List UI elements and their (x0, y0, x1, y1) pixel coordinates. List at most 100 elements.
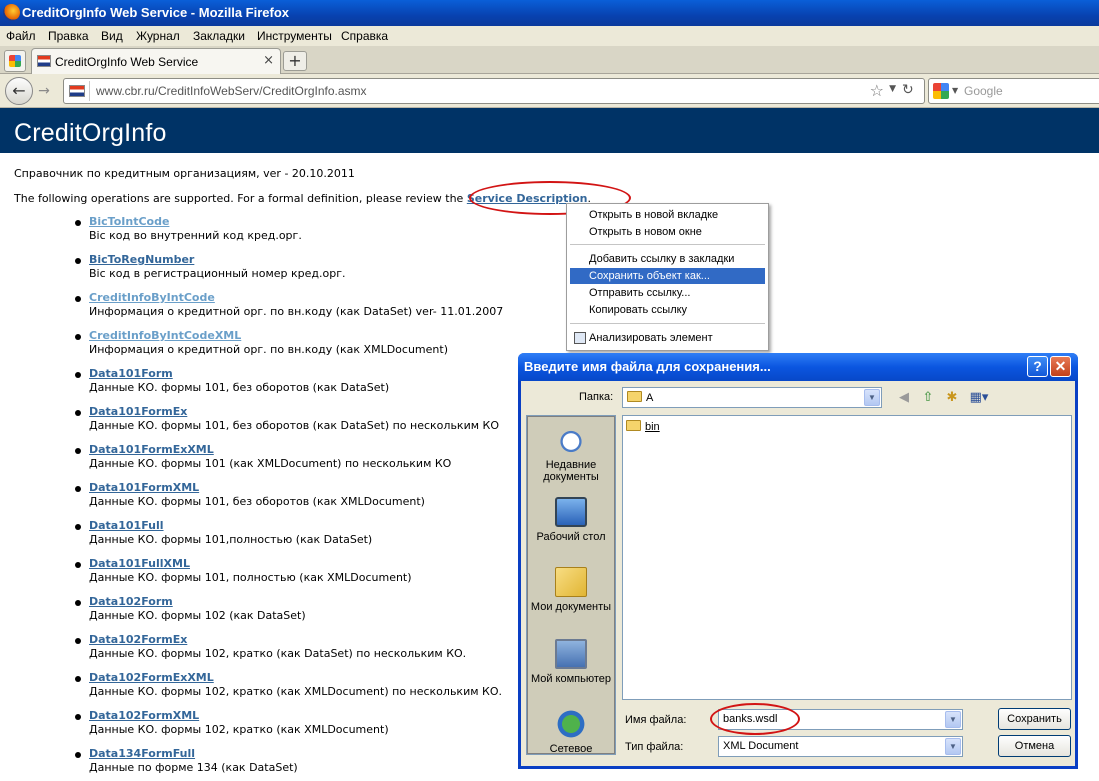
folder-select-value: A (627, 391, 653, 404)
navigation-bar: ← → www.cbr.ru/CreditInfoWebServ/CreditO… (0, 74, 1099, 108)
menu-help[interactable]: Справка (341, 29, 388, 43)
menu-bookmarks[interactable]: Закладки (193, 29, 245, 43)
tab-close-icon[interactable]: × (263, 53, 274, 68)
operation-description: Данные по форме 134 (как DataSet) (89, 761, 298, 774)
operation-link-data102form[interactable]: Data102Form (89, 595, 173, 608)
operation-link-data101fullxml[interactable]: Data101FullXML (89, 557, 190, 570)
context-menu-inspect-element[interactable]: Анализировать элемент (570, 330, 765, 346)
operation-description: Данные КО. формы 102, кратко (как XMLDoc… (89, 723, 389, 736)
menu-history[interactable]: Журнал (136, 29, 180, 43)
operation-link-data101formexxml[interactable]: Data101FormExXML (89, 443, 214, 456)
operation-link-data102formex[interactable]: Data102FormEx (89, 633, 187, 646)
up-folder-icon[interactable]: ⇧ (919, 389, 937, 407)
tab-title: CreditOrgInfo Web Service (55, 55, 199, 69)
back-arrow-icon[interactable]: ← (5, 77, 33, 105)
operation-link-data134formfull[interactable]: Data134FormFull (89, 747, 195, 760)
filetype-value: XML Document (723, 740, 799, 752)
filetype-select[interactable]: XML Document ▼ (718, 736, 963, 757)
file-list[interactable]: bin (622, 415, 1072, 700)
operation-link-data101form[interactable]: Data101Form (89, 367, 173, 380)
menu-file[interactable]: Файл (6, 29, 36, 43)
bookmark-star-icon[interactable]: ☆ (870, 81, 884, 100)
bullet (75, 600, 81, 606)
folder-icon (626, 420, 641, 431)
window-titlebar: CreditOrgInfo Web Service - Mozilla Fire… (0, 0, 1099, 26)
bullet (75, 334, 81, 340)
view-menu-icon[interactable]: ▦▾ (967, 389, 991, 407)
place-desktop[interactable]: Рабочий стол (528, 497, 614, 543)
operation-link-bictointcode[interactable]: BicToIntCode (89, 215, 169, 228)
chevron-down-icon[interactable]: ▼ (864, 389, 880, 406)
folder-icon (627, 391, 642, 402)
filename-label: Имя файла: (625, 714, 687, 726)
back-icon[interactable]: ◀ (895, 389, 913, 407)
place-label: Недавние документы (543, 459, 599, 483)
operation-description: Данные КО. формы 101, полностью (как XML… (89, 571, 412, 584)
forward-arrow-icon[interactable]: → (34, 82, 54, 100)
desktop-icon (555, 497, 587, 527)
place-my-computer[interactable]: Мой компьютер (528, 639, 614, 685)
tab-groups-icon[interactable] (4, 50, 26, 72)
formal-prefix: The following operations are supported. … (14, 192, 467, 205)
search-bar[interactable]: ▼ Google (928, 78, 1099, 104)
chevron-down-icon[interactable]: ▼ (945, 711, 961, 728)
context-menu-send-link[interactable]: Отправить ссылку... (570, 285, 765, 301)
search-input[interactable]: Google (964, 84, 1003, 98)
folder-label: Папка: (579, 391, 614, 403)
google-search-engine-icon[interactable] (933, 83, 949, 99)
url-separator (89, 81, 90, 101)
operation-link-data101formex[interactable]: Data101FormEx (89, 405, 187, 418)
operation-link-data101formxml[interactable]: Data101FormXML (89, 481, 199, 494)
context-menu-open-in-new-window[interactable]: Открыть в новом окне (570, 224, 765, 240)
place-label: Мои документы (530, 601, 612, 613)
bullet (75, 638, 81, 644)
help-button[interactable]: ? (1027, 356, 1048, 377)
context-menu-open-in-new-tab[interactable]: Открыть в новой вкладке (570, 207, 765, 223)
save-button[interactable]: Сохранить (998, 708, 1071, 730)
reload-icon[interactable]: ↻ (902, 82, 914, 98)
place-recent-documents[interactable]: Недавние документы (528, 425, 614, 483)
operation-link-data101full[interactable]: Data101Full (89, 519, 164, 532)
operation-link-bictoregnumber[interactable]: BicToRegNumber (89, 253, 194, 266)
cancel-button[interactable]: Отмена (998, 735, 1071, 757)
menu-edit[interactable]: Правка (48, 29, 89, 43)
file-item-folder[interactable]: bin (626, 420, 660, 433)
place-my-documents[interactable]: Мои документы (528, 567, 614, 613)
operation-description: Данные КО. формы 102 (как DataSet) (89, 609, 306, 622)
operation-description: Bic код в регистрационный номер кред.орг… (89, 267, 346, 280)
place-label: Рабочий стол (536, 531, 606, 543)
context-menu-copy-link[interactable]: Копировать ссылку (570, 302, 765, 318)
search-engine-dropdown-icon[interactable]: ▼ (952, 86, 958, 95)
tab-bar: CreditOrgInfo Web Service × + (0, 46, 1099, 74)
operation-description: Данные КО. формы 102, кратко (как XMLDoc… (89, 685, 502, 698)
bullet (75, 372, 81, 378)
menu-tools[interactable]: Инструменты (257, 29, 332, 43)
operation-description: Данные КО. формы 101 (как XMLDocument) п… (89, 457, 452, 470)
tab-creditorginfo[interactable]: CreditOrgInfo Web Service × (31, 48, 281, 74)
new-tab-button[interactable]: + (283, 51, 307, 71)
operation-link-creditinfobyintcodexml[interactable]: CreditInfoByIntCodeXML (89, 329, 241, 342)
url-history-dropdown-icon[interactable]: ▼ (889, 84, 896, 94)
inspect-icon (574, 332, 586, 344)
operation-link-creditinfobyintcode[interactable]: CreditInfoByIntCode (89, 291, 215, 304)
operation-description: Информация о кредитной орг. по вн.коду (… (89, 305, 504, 318)
chevron-down-icon[interactable]: ▼ (945, 738, 961, 755)
bullet (75, 714, 81, 720)
new-folder-icon[interactable]: ✱ (943, 389, 961, 407)
folder-value: A (646, 392, 654, 404)
operation-link-data102formxml[interactable]: Data102FormXML (89, 709, 199, 722)
context-menu-separator (570, 244, 765, 245)
window-title: CreditOrgInfo Web Service - Mozilla Fire… (22, 5, 290, 20)
page-header: CreditOrgInfo (0, 108, 1099, 153)
folder-select[interactable]: A ▼ (622, 387, 882, 408)
operation-link-data102formexxml[interactable]: Data102FormExXML (89, 671, 214, 684)
place-network[interactable]: Сетевое (528, 709, 614, 755)
site-identity-icon[interactable] (69, 85, 85, 97)
menu-view[interactable]: Вид (101, 29, 123, 43)
url-bar[interactable]: www.cbr.ru/CreditInfoWebServ/CreditOrgIn… (63, 78, 925, 104)
close-button[interactable]: ✕ (1050, 356, 1071, 377)
context-menu-save-link-as[interactable]: Сохранить объект как... (570, 268, 765, 284)
bullet (75, 220, 81, 226)
url-input[interactable]: www.cbr.ru/CreditInfoWebServ/CreditOrgIn… (96, 84, 367, 98)
context-menu-bookmark-link[interactable]: Добавить ссылку в закладки (570, 251, 765, 267)
